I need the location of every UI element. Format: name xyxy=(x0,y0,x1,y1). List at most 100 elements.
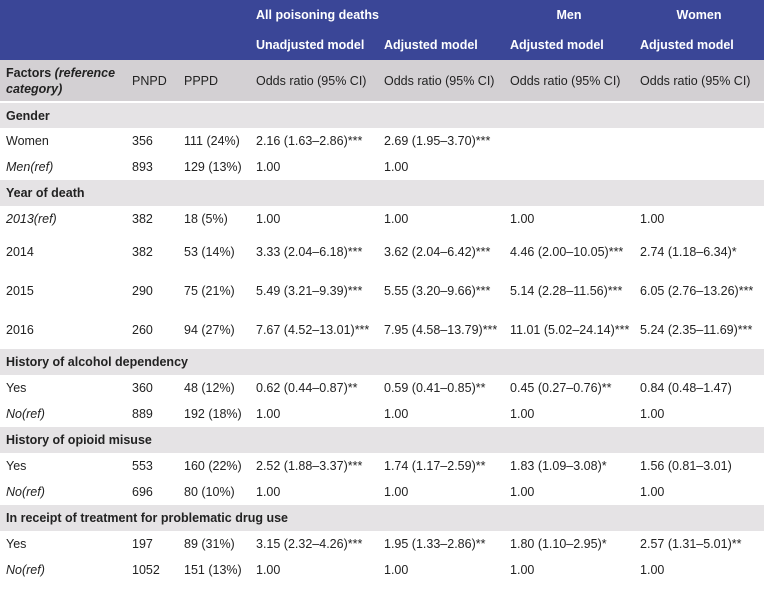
pppd-cell: 151 (13%) xyxy=(184,563,242,577)
pnpd-cell: 197 xyxy=(132,537,153,551)
adjusted-cell: 0.59 (0.41–0.85)** xyxy=(384,381,486,395)
adjusted-cell: 3.62 (2.04–6.42)*** xyxy=(384,244,491,259)
women-adjusted-model-header: Adjusted model xyxy=(640,38,734,52)
pnpd-cell: 893 xyxy=(132,160,153,174)
header-group-row: All poisoning deaths Men Women xyxy=(0,0,764,30)
adjusted-cell: 7.95 (4.58–13.79)*** xyxy=(384,322,498,337)
section-row-alcohol: History of alcohol dependency xyxy=(0,349,764,375)
pnpd-cell: 360 xyxy=(132,381,153,395)
table-row: Yes 360 48 (12%) 0.62 (0.44–0.87)** 0.59… xyxy=(0,375,764,401)
pppd-cell: 129 (13%) xyxy=(184,160,242,174)
men-cell: 1.00 xyxy=(510,407,535,421)
pnpd-cell: 1052 xyxy=(132,563,160,577)
group-men-header: Men xyxy=(556,8,582,22)
results-table: All poisoning deaths Men Women Unadjuste… xyxy=(0,0,764,583)
factor-cell: No(ref) xyxy=(6,407,45,421)
women-cell: 2.57 (1.31–5.01)** xyxy=(640,537,742,551)
unadjusted-cell: 3.15 (2.32–4.26)*** xyxy=(256,537,363,551)
section-row-gender: Gender xyxy=(0,101,764,128)
pppd-cell: 53 (14%) xyxy=(184,244,235,259)
factor-cell: 2014 xyxy=(6,244,34,259)
unadjusted-cell: 1.00 xyxy=(256,563,281,577)
factor-cell: Yes xyxy=(6,537,27,551)
table-row: 2014 382 53 (14%) 3.33 (2.04–6.18)*** 3.… xyxy=(0,232,764,271)
adjusted-cell: 1.00 xyxy=(384,160,409,174)
header-model-row: Unadjusted model Adjusted model Adjusted… xyxy=(0,30,764,60)
factors-label: Factors xyxy=(6,65,52,80)
section-title: History of alcohol dependency xyxy=(6,355,188,369)
men-cell: 4.46 (2.00–10.05)*** xyxy=(510,244,624,259)
men-cell xyxy=(504,154,634,180)
pppd-cell: 75 (21%) xyxy=(184,283,235,298)
table-row: Women 356 111 (24%) 2.16 (1.63–2.86)*** … xyxy=(0,128,764,154)
table-row: Yes 197 89 (31%) 3.15 (2.32–4.26)*** 1.9… xyxy=(0,531,764,557)
men-cell: 5.14 (2.28–11.56)*** xyxy=(510,283,623,298)
or-men-header: Odds ratio (95% CI) xyxy=(510,73,621,88)
women-cell: 1.00 xyxy=(640,563,665,577)
pppd-cell: 160 (22%) xyxy=(184,459,242,473)
table-row: Men(ref) 893 129 (13%) 1.00 1.00 xyxy=(0,154,764,180)
column-header-row: Factors (reference category) PNPD PPPD O… xyxy=(0,60,764,102)
unadjusted-cell: 1.00 xyxy=(256,407,281,421)
pnpd-cell: 260 xyxy=(132,322,153,337)
adjusted-cell: 1.00 xyxy=(384,212,409,226)
adjusted-cell: 1.95 (1.33–2.86)** xyxy=(384,537,486,551)
pppd-cell: 80 (10%) xyxy=(184,485,235,499)
section-title: Gender xyxy=(0,101,764,128)
section-title: Year of death xyxy=(6,186,85,200)
unadjusted-cell: 3.33 (2.04–6.18)*** xyxy=(256,244,363,259)
section-row-opioid: History of opioid misuse xyxy=(0,427,764,453)
pnpd-header: PNPD xyxy=(132,73,167,88)
factor-cell: No(ref) xyxy=(6,485,45,499)
men-cell: 1.00 xyxy=(510,563,535,577)
men-cell: 0.45 (0.27–0.76)** xyxy=(510,381,612,395)
table-row: Yes 553 160 (22%) 2.52 (1.88–3.37)*** 1.… xyxy=(0,453,764,479)
women-cell: 2.74 (1.18–6.34)* xyxy=(640,244,737,259)
factor-cell: Yes xyxy=(6,459,27,473)
men-cell: 1.83 (1.09–3.08)* xyxy=(510,459,607,473)
adjusted-cell: 2.69 (1.95–3.70)*** xyxy=(384,134,491,148)
adjusted-cell: 1.74 (1.17–2.59)** xyxy=(384,459,486,473)
or-women-header: Odds ratio (95% CI) xyxy=(640,73,751,88)
adjusted-cell: 1.00 xyxy=(384,485,409,499)
unadjusted-cell: 2.52 (1.88–3.37)*** xyxy=(256,459,363,473)
factors-header: Factors (reference category) xyxy=(0,60,126,102)
factor-cell: No(ref) xyxy=(6,563,45,577)
group-all-header: All poisoning deaths xyxy=(256,8,379,22)
women-cell xyxy=(634,154,764,180)
women-cell: 0.84 (0.48–1.47) xyxy=(640,381,732,395)
section-row-treatment: In receipt of treatment for problematic … xyxy=(0,505,764,531)
adjusted-model-header: Adjusted model xyxy=(384,38,478,52)
unadjusted-cell: 2.16 (1.63–2.86)*** xyxy=(256,134,363,148)
pppd-cell: 18 (5%) xyxy=(184,212,228,226)
men-cell: 11.01 (5.02–24.14)*** xyxy=(510,322,630,337)
unadjusted-model-header: Unadjusted model xyxy=(256,38,365,52)
pppd-cell: 94 (27%) xyxy=(184,322,235,337)
section-title: In receipt of treatment for problematic … xyxy=(6,511,288,525)
pppd-cell: 48 (12%) xyxy=(184,381,235,395)
factor-cell: 2015 xyxy=(6,283,34,298)
table-row: No(ref) 889 192 (18%) 1.00 1.00 1.00 1.0… xyxy=(0,401,764,427)
unadjusted-cell: 1.00 xyxy=(256,160,281,174)
women-cell: 1.56 (0.81–3.01) xyxy=(640,459,732,473)
section-row-year: Year of death xyxy=(0,180,764,206)
unadjusted-cell: 5.49 (3.21–9.39)*** xyxy=(256,283,363,298)
or-adjusted-header: Odds ratio (95% CI) xyxy=(384,73,495,88)
table-row: 2015 290 75 (21%) 5.49 (3.21–9.39)*** 5.… xyxy=(0,271,764,310)
men-cell: 1.00 xyxy=(510,485,535,499)
factor-cell: Men(ref) xyxy=(6,160,54,174)
factor-cell: 2013(ref) xyxy=(6,212,57,226)
pnpd-cell: 382 xyxy=(132,212,153,226)
pnpd-cell: 889 xyxy=(132,407,153,421)
adjusted-cell: 5.55 (3.20–9.66)*** xyxy=(384,283,491,298)
men-cell: 1.00 xyxy=(510,212,535,226)
pnpd-cell: 553 xyxy=(132,459,153,473)
pnpd-cell: 356 xyxy=(132,134,153,148)
women-cell: 6.05 (2.76–13.26)*** xyxy=(640,283,754,298)
adjusted-cell: 1.00 xyxy=(384,407,409,421)
pppd-header: PPPD xyxy=(184,73,219,88)
factor-cell: Women xyxy=(6,134,49,148)
pnpd-cell: 382 xyxy=(132,244,153,259)
or-unadjusted-header: Odds ratio (95% CI) xyxy=(256,73,367,88)
men-adjusted-model-header: Adjusted model xyxy=(510,38,604,52)
